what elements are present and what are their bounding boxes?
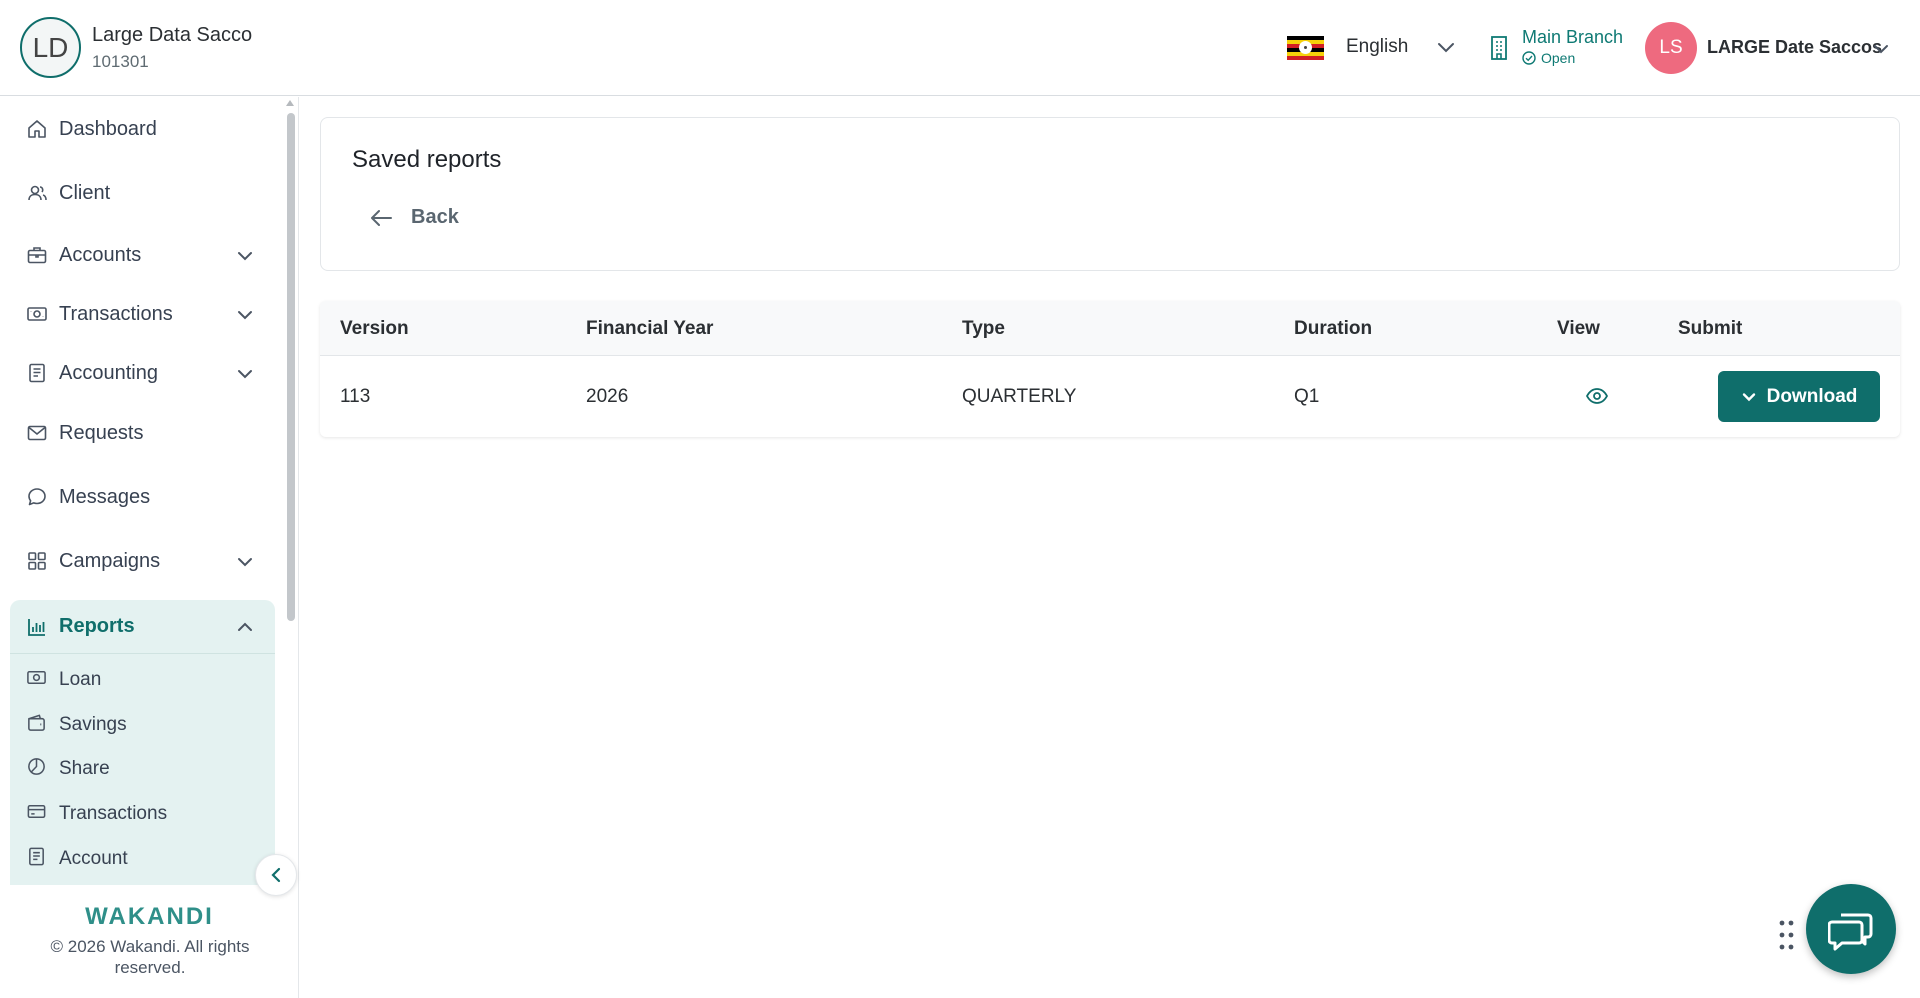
uganda-flag-icon[interactable] <box>1287 36 1324 60</box>
column-header-submit: Submit <box>1678 318 1743 339</box>
chat-widget-button[interactable] <box>1806 884 1896 974</box>
bar-chart-icon <box>26 616 48 638</box>
organization-info: LD Large Data Sacco 101301 <box>20 17 252 78</box>
column-header-duration: Duration <box>1294 318 1373 339</box>
reports-group: Reports Loan Savings Share Transactions … <box>10 600 275 885</box>
language-selector[interactable]: English <box>1346 36 1408 58</box>
eye-icon[interactable] <box>1585 385 1609 407</box>
sidebar-item-requests[interactable]: Requests <box>10 407 275 459</box>
chevron-down-icon[interactable] <box>236 247 254 265</box>
mail-icon <box>26 422 48 444</box>
org-code: 101301 <box>92 52 149 71</box>
ledger-icon <box>26 362 48 384</box>
sidebar-item-dashboard[interactable]: Dashboard <box>10 103 275 155</box>
banknote-icon <box>26 303 48 325</box>
chevron-down-icon[interactable] <box>236 553 254 571</box>
branch-status-label: Open <box>1541 50 1576 66</box>
sidebar-subitem-label: Loan <box>59 669 102 690</box>
sidebar-item-label: Accounting <box>59 361 158 384</box>
banknote-icon <box>26 667 47 693</box>
sidebar-subitem-account[interactable]: Account <box>10 839 255 879</box>
brand-logo: WAKANDI <box>85 903 214 930</box>
sidebar-item-client[interactable]: Client <box>10 167 275 219</box>
page-title: Saved reports <box>352 146 502 173</box>
sidebar-subitem-savings[interactable]: Savings <box>10 705 255 745</box>
sidebar-item-reports[interactable]: Reports <box>10 600 275 654</box>
sidebar-subitem-label: Share <box>59 758 110 779</box>
column-header-financial-year: Financial Year <box>586 318 714 339</box>
branch-name[interactable]: Main Branch <box>1522 27 1623 48</box>
sidebar-subitem-loan[interactable]: Loan <box>10 660 255 700</box>
sidebar-subitem-label: Savings <box>59 714 127 735</box>
grid-icon <box>26 550 48 572</box>
card-icon <box>26 801 47 827</box>
document-icon <box>26 846 47 872</box>
home-icon <box>26 118 48 140</box>
pie-chart-icon <box>26 756 47 782</box>
check-circle-icon <box>1522 51 1536 65</box>
branch-status: Open <box>1522 50 1575 66</box>
table-header: Version Financial Year Type Duration Vie… <box>320 301 1900 356</box>
building-icon <box>1491 36 1507 60</box>
sidebar-subitem-label: Transactions <box>59 803 168 824</box>
users-icon <box>26 182 48 204</box>
sidebar-item-label: Client <box>59 181 111 204</box>
column-header-type: Type <box>962 318 1005 339</box>
chat-bubble-icon <box>26 486 48 508</box>
chevron-down-icon[interactable] <box>236 306 254 324</box>
chevron-up-icon[interactable] <box>236 618 254 636</box>
chevron-down-icon[interactable] <box>1872 40 1890 58</box>
download-label: Download <box>1766 385 1858 407</box>
collapse-sidebar-button[interactable] <box>255 854 297 896</box>
chevron-down-icon <box>1742 392 1755 401</box>
sidebar-item-campaigns[interactable]: Campaigns <box>10 535 275 587</box>
sidebar-scrollbar[interactable] <box>285 97 296 885</box>
sidebar-item-label: Requests <box>59 421 144 444</box>
column-header-version: Version <box>340 318 409 339</box>
column-header-view: View <box>1557 318 1600 339</box>
wallet-icon <box>26 712 47 738</box>
cell-version: 113 <box>340 386 371 407</box>
sidebar-item-label: Campaigns <box>59 549 161 572</box>
back-button[interactable]: Back <box>369 206 459 229</box>
sidebar-item-label: Reports <box>59 615 135 637</box>
sidebar-item-label: Dashboard <box>59 117 157 140</box>
sidebar-item-messages[interactable]: Messages <box>10 471 275 523</box>
chevron-left-icon <box>271 867 281 883</box>
saved-reports-card: Saved reports Back <box>320 117 1900 271</box>
copyright-text: © 2026 Wakandi. All rights reserved. <box>50 937 250 977</box>
sidebar: Dashboard Client Accounts Transactions A… <box>0 97 299 998</box>
sidebar-subitem-transactions[interactable]: Transactions <box>10 794 255 834</box>
chevron-down-icon[interactable] <box>1436 38 1456 58</box>
back-label: Back <box>411 206 459 228</box>
user-avatar[interactable]: LS <box>1645 22 1697 74</box>
scroll-up-arrow-icon[interactable] <box>286 100 294 106</box>
user-name[interactable]: LARGE Date Saccos <box>1707 37 1882 58</box>
org-avatar: LD <box>20 17 81 78</box>
sidebar-item-transactions[interactable]: Transactions <box>10 288 275 340</box>
sidebar-item-label: Transactions <box>59 302 173 325</box>
cell-financial-year: 2026 <box>586 386 629 407</box>
briefcase-icon <box>26 244 48 266</box>
chat-icon <box>1828 913 1873 951</box>
drag-handle-icon[interactable] <box>1778 919 1796 951</box>
sidebar-item-label: Accounts <box>59 243 142 266</box>
arrow-left-icon <box>371 209 392 226</box>
sidebar-item-accounting[interactable]: Accounting <box>10 347 275 399</box>
sidebar-subitem-share[interactable]: Share <box>10 749 255 789</box>
saved-reports-table: Version Financial Year Type Duration Vie… <box>320 301 1900 437</box>
org-name: Large Data Sacco <box>92 24 253 46</box>
cell-type: QUARTERLY <box>962 386 1077 407</box>
sidebar-subitem-label: Account <box>59 848 128 869</box>
download-button[interactable]: Download <box>1718 371 1880 422</box>
cell-duration: Q1 <box>1294 386 1320 407</box>
chevron-down-icon[interactable] <box>236 365 254 383</box>
sidebar-item-accounts[interactable]: Accounts <box>10 229 275 281</box>
sidebar-nav: Dashboard Client Accounts Transactions A… <box>0 97 285 885</box>
top-header: LD Large Data Sacco 101301 English Main … <box>0 0 1920 96</box>
scrollbar-thumb[interactable] <box>287 113 295 621</box>
sidebar-item-label: Messages <box>59 485 151 508</box>
